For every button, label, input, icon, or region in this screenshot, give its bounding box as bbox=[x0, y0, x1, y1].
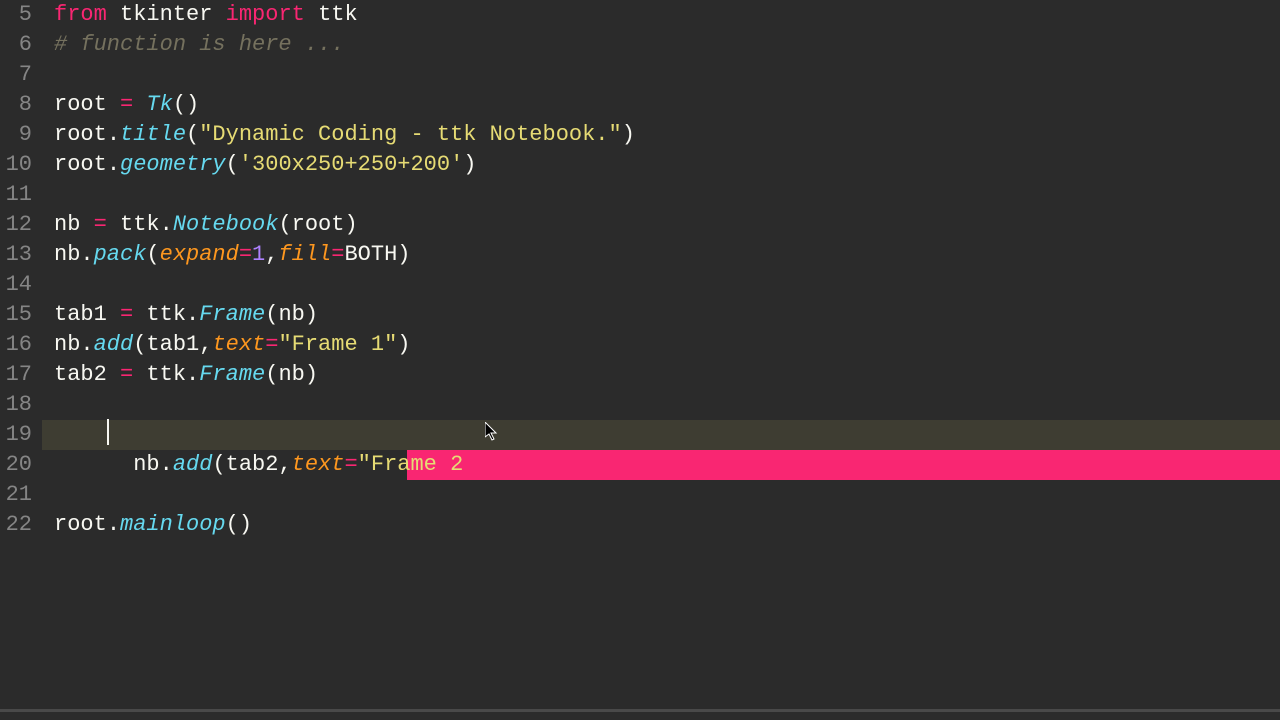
code-line[interactable]: tab1 = ttk.Frame(nb) bbox=[42, 300, 1280, 330]
code-area[interactable]: from tkinter import ttk # function is he… bbox=[42, 0, 1280, 700]
code-line[interactable]: # function is here ... bbox=[42, 30, 1280, 60]
code-line[interactable]: root.geometry('300x250+250+200') bbox=[42, 150, 1280, 180]
code-line[interactable]: from tkinter import ttk bbox=[42, 0, 1280, 30]
code-line[interactable]: nb = ttk.Notebook(root) bbox=[42, 210, 1280, 240]
line-number: 11 bbox=[0, 180, 32, 210]
code-line[interactable]: root = Tk() bbox=[42, 90, 1280, 120]
code-line[interactable] bbox=[42, 480, 1280, 510]
code-line[interactable]: root.title("Dynamic Coding - ttk Noteboo… bbox=[42, 120, 1280, 150]
line-number-gutter: 5 6 7 8 9 10 11 12 13 14 15 16 17 18 19 … bbox=[0, 0, 42, 700]
code-line[interactable] bbox=[42, 180, 1280, 210]
line-number: 15 bbox=[0, 300, 32, 330]
line-number: 18 bbox=[0, 390, 32, 420]
code-line[interactable] bbox=[42, 60, 1280, 90]
line-number: 8 bbox=[0, 90, 32, 120]
line-number: 14 bbox=[0, 270, 32, 300]
line-number: 6 bbox=[0, 30, 32, 60]
line-number: 22 bbox=[0, 510, 32, 540]
code-line[interactable]: nb.add(tab1,text="Frame 1") bbox=[42, 330, 1280, 360]
code-line[interactable] bbox=[42, 270, 1280, 300]
line-number: 13 bbox=[0, 240, 32, 270]
line-number: 10 bbox=[0, 150, 32, 180]
code-line[interactable]: root.mainloop() bbox=[42, 510, 1280, 540]
line-number: 12 bbox=[0, 210, 32, 240]
bottom-divider bbox=[0, 709, 1280, 712]
line-number: 16 bbox=[0, 330, 32, 360]
code-line[interactable] bbox=[42, 420, 1280, 450]
line-number: 5 bbox=[0, 0, 32, 30]
line-number: 20 bbox=[0, 450, 32, 480]
code-editor[interactable]: 5 6 7 8 9 10 11 12 13 14 15 16 17 18 19 … bbox=[0, 0, 1280, 700]
line-number: 19 bbox=[0, 420, 32, 450]
code-line[interactable]: nb.add(tab2,text="Frame 2 bbox=[42, 390, 1280, 420]
code-line[interactable]: nb.pack(expand=1,fill=BOTH) bbox=[42, 240, 1280, 270]
line-number: 17 bbox=[0, 360, 32, 390]
line-number: 21 bbox=[0, 480, 32, 510]
code-line[interactable]: tab2 = ttk.Frame(nb) bbox=[42, 360, 1280, 390]
line-number: 7 bbox=[0, 60, 32, 90]
text-cursor bbox=[107, 419, 109, 445]
line-number: 9 bbox=[0, 120, 32, 150]
